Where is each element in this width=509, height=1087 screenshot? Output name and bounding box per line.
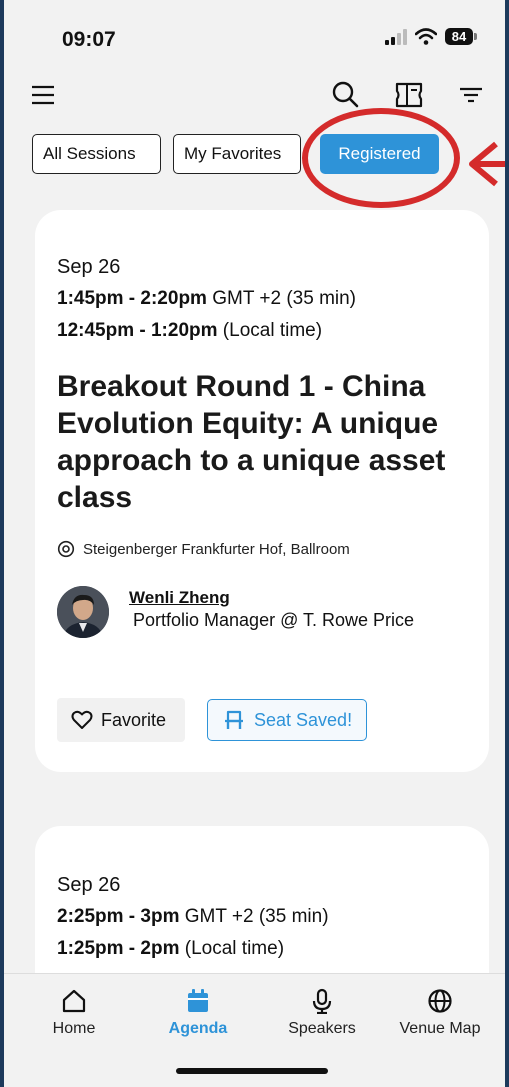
- calendar-icon: [188, 989, 208, 1012]
- session-time: 2:25pm - 3pm GMT +2 (35 min): [57, 906, 329, 928]
- session-location: Steigenberger Frankfurter Hof, Ballroom: [57, 540, 350, 558]
- session-time: 1:45pm - 2:20pm GMT +2 (35 min): [57, 288, 356, 310]
- highlight-circle: [302, 108, 460, 208]
- nav-venue-map[interactable]: Venue Map: [390, 988, 490, 1038]
- nav-home-label: Home: [52, 1020, 96, 1037]
- favorite-label: Favorite: [101, 709, 167, 730]
- heart-icon: [71, 710, 93, 729]
- seat-saved-button[interactable]: Seat Saved!: [207, 699, 367, 741]
- globe-icon: [428, 989, 452, 1013]
- menu-icon[interactable]: [28, 80, 58, 110]
- session-timezone: GMT +2: [212, 288, 282, 309]
- battery-icon: 84: [445, 28, 477, 45]
- search-icon[interactable]: [330, 80, 360, 110]
- favorite-button[interactable]: Favorite: [57, 698, 185, 742]
- filter-icon[interactable]: [456, 80, 486, 110]
- ticket-icon[interactable]: [394, 80, 424, 110]
- battery-level: 84: [445, 28, 473, 45]
- session-local-label: (Local time): [184, 938, 285, 959]
- wifi-icon: [415, 28, 437, 45]
- location-pin-icon: [57, 540, 75, 558]
- avatar: [57, 586, 109, 638]
- status-icons: 84: [385, 28, 477, 45]
- seat-icon: [225, 710, 243, 729]
- app-screen: 09:07 84 All Sessions My Favorites Regis…: [4, 0, 505, 1087]
- seat-saved-label: Seat Saved!: [254, 709, 353, 730]
- pointer-arrow-icon: [469, 141, 505, 187]
- signal-icon: [385, 28, 407, 45]
- home-indicator: [176, 1068, 328, 1074]
- nav-agenda-label: Agenda: [168, 1020, 228, 1037]
- tab-all-sessions[interactable]: All Sessions: [32, 134, 161, 174]
- session-date: Sep 26: [57, 874, 121, 896]
- top-toolbar: [4, 72, 505, 122]
- nav-home[interactable]: Home: [24, 988, 124, 1038]
- nav-venue-map-label: Venue Map: [399, 1020, 481, 1037]
- nav-speakers-label: Speakers: [288, 1020, 356, 1037]
- speaker-role: Portfolio Manager @ T. Rowe Price: [133, 610, 415, 630]
- home-icon: [62, 989, 86, 1013]
- session-time-range: 1:45pm - 2:20pm: [57, 288, 207, 309]
- nav-speakers[interactable]: Speakers: [272, 988, 372, 1038]
- session-card[interactable]: Sep 26 1:45pm - 2:20pm GMT +2 (35 min) 1…: [35, 210, 489, 772]
- speaker-info: Wenli Zheng Portfolio Manager @ T. Rowe …: [129, 588, 414, 631]
- tab-my-favorites[interactable]: My Favorites: [173, 134, 301, 174]
- nav-agenda[interactable]: Agenda: [148, 988, 248, 1038]
- session-duration: (35 min): [258, 906, 329, 927]
- status-bar: 09:07 84: [4, 0, 505, 72]
- session-local-time: 1:25pm - 2pm (Local time): [57, 938, 284, 960]
- session-time-range: 2:25pm - 3pm: [57, 906, 180, 927]
- session-local-label: (Local time): [222, 320, 323, 341]
- session-local-time: 12:45pm - 1:20pm (Local time): [57, 320, 322, 342]
- session-date: Sep 26: [57, 256, 121, 278]
- session-title: Breakout Round 1 - China Evolution Equit…: [57, 370, 446, 514]
- session-duration: (35 min): [286, 288, 357, 309]
- speaker-name-link[interactable]: Wenli Zheng: [129, 588, 414, 608]
- status-time: 09:07: [62, 28, 116, 51]
- microphone-icon: [312, 988, 332, 1014]
- session-local-range: 12:45pm - 1:20pm: [57, 320, 218, 341]
- session-location-text: Steigenberger Frankfurter Hof, Ballroom: [83, 540, 350, 558]
- session-timezone: GMT +2: [184, 906, 254, 927]
- session-local-range: 1:25pm - 2pm: [57, 938, 180, 959]
- speaker-row[interactable]: Wenli Zheng Portfolio Manager @ T. Rowe …: [57, 586, 414, 638]
